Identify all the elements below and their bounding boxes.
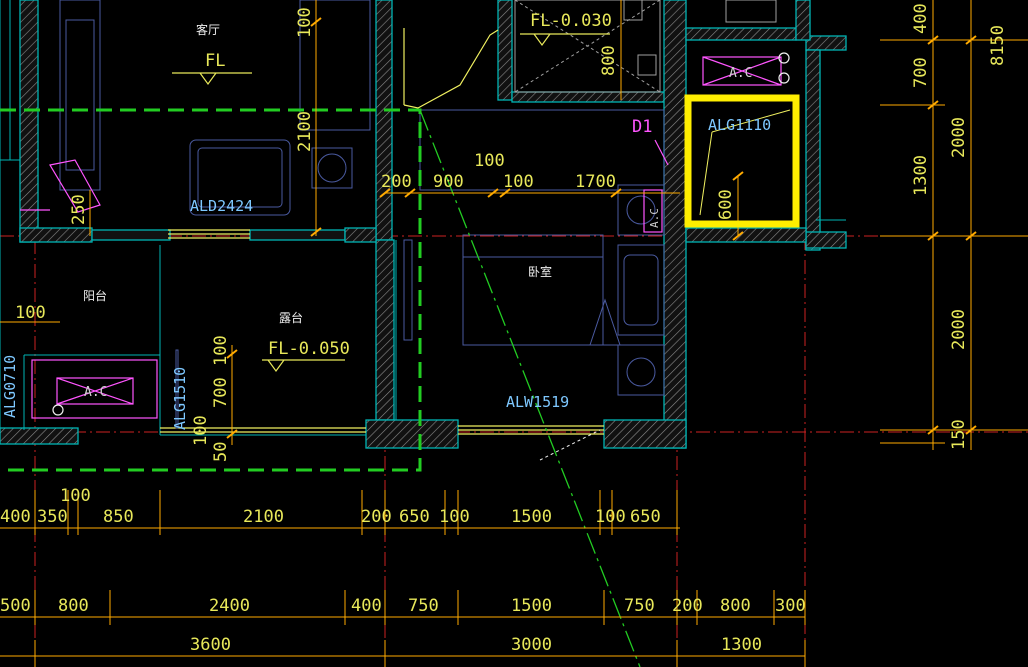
dim-row1-value: 200 [361, 507, 392, 527]
room-label-living: 客厅 [196, 22, 220, 37]
dim-250: 250 [69, 194, 89, 225]
floor-plan-drawing: 客厅 阳台 露台 卧室 FL FL-0.030 FL-0.050 ALD2424… [0, 0, 1028, 667]
dim-row1-value: 100 [595, 507, 626, 527]
dim-row1-extra: 100 [60, 486, 91, 506]
dim-2100-vertical: 2100 [295, 111, 315, 152]
opening-d1: D1 [632, 117, 652, 137]
room-label-terrace: 露台 [279, 310, 303, 325]
dim-row2-value: 800 [720, 596, 751, 616]
level-living: FL [205, 51, 225, 71]
dim-row3-value: 3000 [511, 635, 552, 655]
opening-alg1110: ALG1110 [708, 116, 771, 134]
dim-700-terrace: 700 [211, 377, 231, 408]
diagonal-guide [419, 109, 641, 667]
ac-label-left: A.C [84, 385, 107, 400]
dim-row2-value: 750 [624, 596, 655, 616]
dimension-ticks [226, 17, 977, 439]
ac-label-top: A.C [729, 66, 752, 81]
dim-100-terrace: 100 [211, 335, 231, 366]
dim-row2-value: 1500 [511, 596, 552, 616]
dim-200: 200 [381, 172, 412, 192]
opening-alg0710: ALG0710 [1, 355, 19, 418]
dim-100-left: 100 [15, 303, 46, 323]
dim-row1-value: 850 [103, 507, 134, 527]
dim-row2-value: 500 [0, 596, 31, 616]
dim-100-b: 100 [503, 172, 534, 192]
dim-row1-value: 100 [439, 507, 470, 527]
dim-row2-value: 400 [351, 596, 382, 616]
dim-800: 800 [599, 45, 619, 76]
dim-row2-value: 300 [775, 596, 806, 616]
dim-row1-value: 2100 [243, 507, 284, 527]
dimension-row-1: 100 400 350 850 2100 200 650 100 1500 10… [0, 486, 661, 527]
dim-row2-value: 750 [408, 596, 439, 616]
room-label-balcony: 阳台 [83, 288, 107, 303]
dim-1700: 1700 [575, 172, 616, 192]
right-dim: 2000 [949, 117, 969, 158]
dimension-row-3: 3600 3000 1300 [190, 635, 762, 655]
dim-row3-value: 1300 [721, 635, 762, 655]
dim-row2-value: 200 [672, 596, 703, 616]
opening-alw1519: ALW1519 [506, 393, 569, 411]
dim-100-a: 100 [474, 151, 505, 171]
right-dim: 8150 [988, 25, 1008, 66]
dim-row1-value: 650 [630, 507, 661, 527]
dim-row1-value: 650 [399, 507, 430, 527]
right-dim: 2000 [949, 309, 969, 350]
leader-line [699, 131, 713, 216]
level-bath: FL-0.030 [530, 11, 612, 31]
dim-row1-value: 350 [37, 507, 68, 527]
dim-100-top: 100 [295, 7, 315, 38]
right-dimension-chain: 400 700 1300 2000 8150 2000 150 [911, 3, 1008, 450]
dim-row3-value: 3600 [190, 635, 231, 655]
dim-row1-value: 400 [0, 507, 31, 527]
level-terrace: FL-0.050 [268, 339, 350, 359]
dim-600: 600 [716, 189, 736, 220]
dimension-row-2: 500 800 2400 400 750 1500 750 200 800 30… [0, 596, 806, 616]
opening-ald2424: ALD2424 [190, 197, 253, 215]
dim-row2-value: 2400 [209, 596, 250, 616]
room-label-bedroom: 卧室 [528, 264, 552, 279]
right-dim: 400 [911, 3, 931, 34]
right-dim: 150 [949, 419, 969, 450]
opening-alg1510: ALG1510 [171, 367, 189, 430]
dim-100-bottom: 100 [191, 415, 211, 446]
ac-label-small: A.C [648, 208, 661, 228]
right-dim: 1300 [911, 155, 931, 196]
dim-row1-value: 1500 [511, 507, 552, 527]
furniture [59, 0, 665, 429]
dim-row2-value: 800 [58, 596, 89, 616]
right-dim: 700 [911, 57, 931, 88]
dim-50: 50 [211, 442, 231, 462]
dim-900: 900 [433, 172, 464, 192]
